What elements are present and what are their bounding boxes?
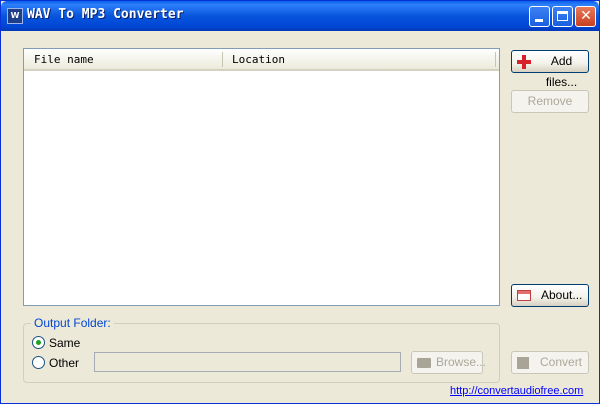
about-label: About... bbox=[541, 288, 583, 302]
folder-icon bbox=[417, 358, 431, 368]
close-button[interactable]: ✕ bbox=[575, 6, 596, 27]
minimize-button[interactable] bbox=[529, 6, 550, 27]
browse-button[interactable]: Browse... bbox=[411, 351, 487, 374]
column-header-file-name[interactable]: File name bbox=[34, 53, 94, 66]
radio-other[interactable] bbox=[32, 356, 45, 369]
website-link[interactable]: http://convertaudiofree.com bbox=[450, 385, 583, 397]
maximize-icon bbox=[557, 11, 568, 21]
column-divider[interactable] bbox=[495, 52, 496, 67]
close-icon: ✕ bbox=[580, 8, 592, 24]
browse-label: Browse... bbox=[436, 355, 487, 369]
output-path-input[interactable] bbox=[94, 352, 401, 372]
convert-button[interactable]: Convert bbox=[511, 351, 589, 374]
output-folder-label: Output Folder: bbox=[31, 316, 114, 330]
column-header-location[interactable]: Location bbox=[232, 53, 285, 66]
file-list-header: File name Location bbox=[24, 49, 499, 71]
title-bar[interactable]: W WAV To MP3 Converter ✕ bbox=[1, 1, 599, 31]
file-list[interactable]: File name Location bbox=[23, 48, 500, 306]
app-window: W WAV To MP3 Converter ✕ File name Locat… bbox=[0, 0, 600, 404]
radio-same[interactable] bbox=[32, 336, 45, 349]
maximize-button[interactable] bbox=[552, 6, 573, 27]
convert-icon bbox=[517, 357, 529, 369]
radio-same-label[interactable]: Same bbox=[49, 336, 80, 350]
minimize-icon bbox=[535, 19, 543, 22]
add-files-button[interactable]: Add files... bbox=[511, 50, 589, 89]
window-icon bbox=[517, 290, 531, 301]
app-icon[interactable]: W bbox=[7, 8, 23, 24]
radio-other-label[interactable]: Other bbox=[49, 356, 79, 370]
add-files-label: Add files... bbox=[545, 54, 578, 89]
remove-button[interactable]: Remove bbox=[511, 90, 589, 113]
plus-icon bbox=[517, 55, 531, 69]
column-divider[interactable] bbox=[222, 52, 223, 67]
window-title: WAV To MP3 Converter bbox=[27, 7, 184, 22]
about-button[interactable]: About... bbox=[511, 284, 589, 307]
convert-label: Convert bbox=[540, 355, 583, 369]
